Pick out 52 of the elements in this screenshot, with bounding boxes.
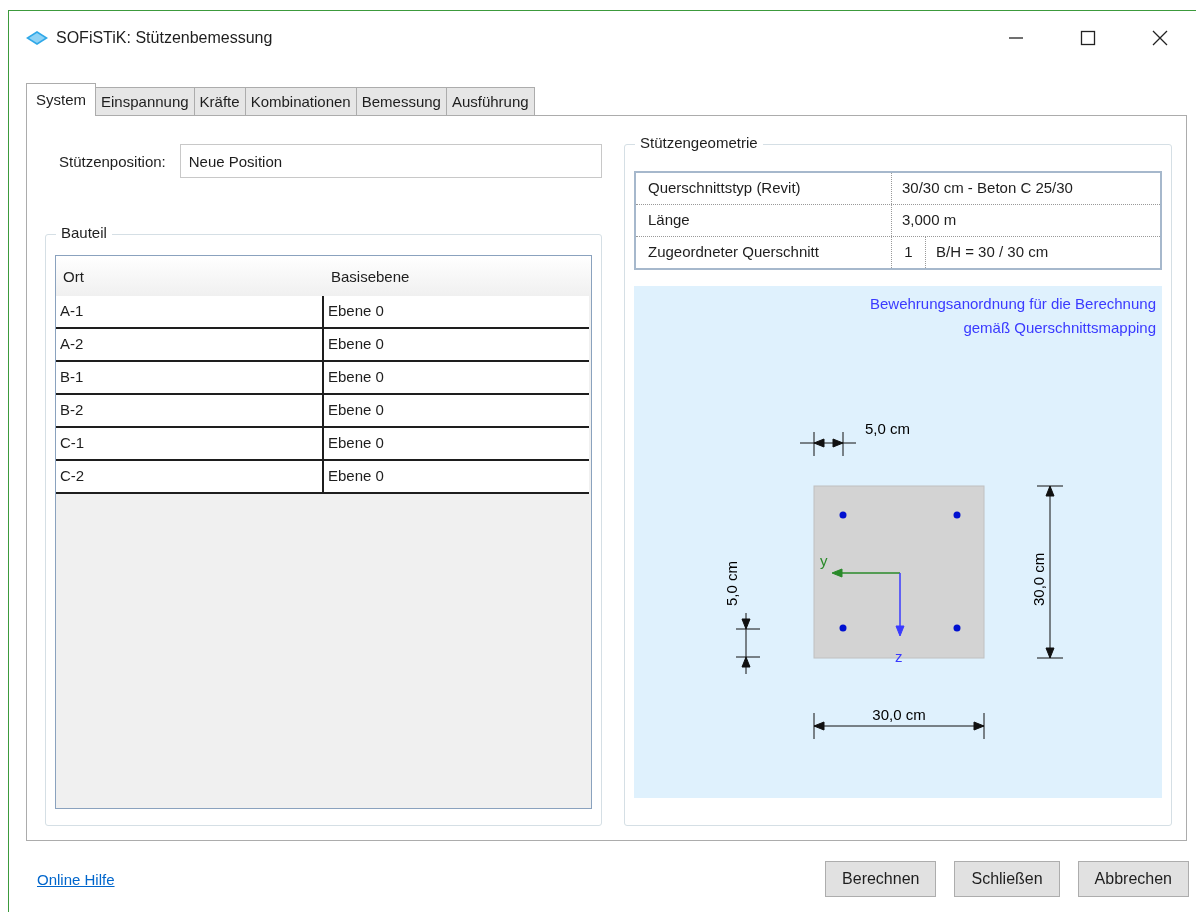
property-label: Zugeordneter Querschnitt bbox=[636, 237, 892, 268]
field-label: Stützenposition: bbox=[59, 152, 166, 170]
group-title: Bauteil bbox=[56, 224, 112, 241]
table-cell: B-2 bbox=[56, 395, 324, 426]
dimension-label: 30,0 cm bbox=[1030, 552, 1047, 606]
table-cell: A-1 bbox=[56, 296, 324, 327]
tab[interactable]: Einspannung bbox=[96, 87, 195, 115]
table-cell-text: Ebene 0 bbox=[327, 334, 385, 354]
rebar-dot bbox=[953, 511, 961, 519]
tab[interactable]: Ausführung bbox=[446, 87, 535, 115]
property-label: Länge bbox=[636, 205, 892, 236]
axis-label: z bbox=[895, 648, 903, 665]
table-cell-text: Ebene 0 bbox=[327, 466, 385, 486]
property-label: Querschnittstyp (Revit) bbox=[636, 173, 892, 204]
table-cell-text: Ebene 0 bbox=[327, 400, 385, 420]
column-header[interactable]: Ort bbox=[56, 256, 324, 296]
dimension-label: 5,0 cm bbox=[723, 561, 740, 606]
help-link[interactable]: Online Hilfe bbox=[37, 870, 115, 888]
dimension-label: 30,0 cm bbox=[872, 706, 926, 723]
property-value: 1 bbox=[892, 237, 926, 268]
tab[interactable]: Kombinationen bbox=[245, 87, 357, 115]
dimension-label: 5,0 cm bbox=[865, 420, 910, 437]
table-cell-text: Ebene 0 bbox=[327, 301, 385, 321]
window-title: SOFiSTiK: Stützenbemessung bbox=[56, 29, 273, 47]
tab[interactable]: System bbox=[26, 83, 96, 116]
table-cell: C-1 bbox=[56, 428, 324, 459]
table-cell: B-1 bbox=[56, 362, 324, 393]
column-header[interactable]: Basisebene bbox=[324, 256, 591, 296]
property-value: 3,000 m bbox=[901, 210, 958, 230]
group-title: Stützengeometrie bbox=[635, 134, 763, 151]
position-field[interactable]: Neue Position bbox=[179, 144, 602, 178]
rebar-dot bbox=[839, 511, 847, 519]
axis-label: y bbox=[820, 552, 828, 569]
table-cell: A-2 bbox=[56, 329, 324, 360]
table-cell-text: Ebene 0 bbox=[327, 367, 385, 387]
maximize-icon[interactable] bbox=[1080, 30, 1096, 46]
rebar-dot bbox=[839, 624, 847, 632]
rebar-dot bbox=[953, 624, 961, 632]
app-logo-icon bbox=[26, 31, 48, 45]
tab[interactable]: Kräfte bbox=[194, 87, 246, 115]
diagram-caption: Bewehrungsanordnung für die Berechnung gemäß Querschnittsmapping bbox=[868, 294, 1157, 338]
dimension-line bbox=[799, 431, 857, 457]
dimension-line bbox=[735, 612, 761, 675]
dialog-button[interactable]: Abbrechen bbox=[1077, 861, 1189, 897]
property-value: B/H = 30 / 30 cm bbox=[935, 242, 1050, 262]
close-icon[interactable] bbox=[1152, 30, 1168, 46]
dialog-button[interactable]: Schließen bbox=[954, 861, 1060, 897]
property-value: 30/30 cm - Beton C 25/30 bbox=[901, 178, 1074, 198]
tab[interactable]: Bemessung bbox=[356, 87, 447, 115]
table-cell-text: Ebene 0 bbox=[327, 433, 385, 453]
table-cell: C-2 bbox=[56, 461, 324, 492]
dialog-button[interactable]: Berechnen bbox=[825, 861, 937, 897]
